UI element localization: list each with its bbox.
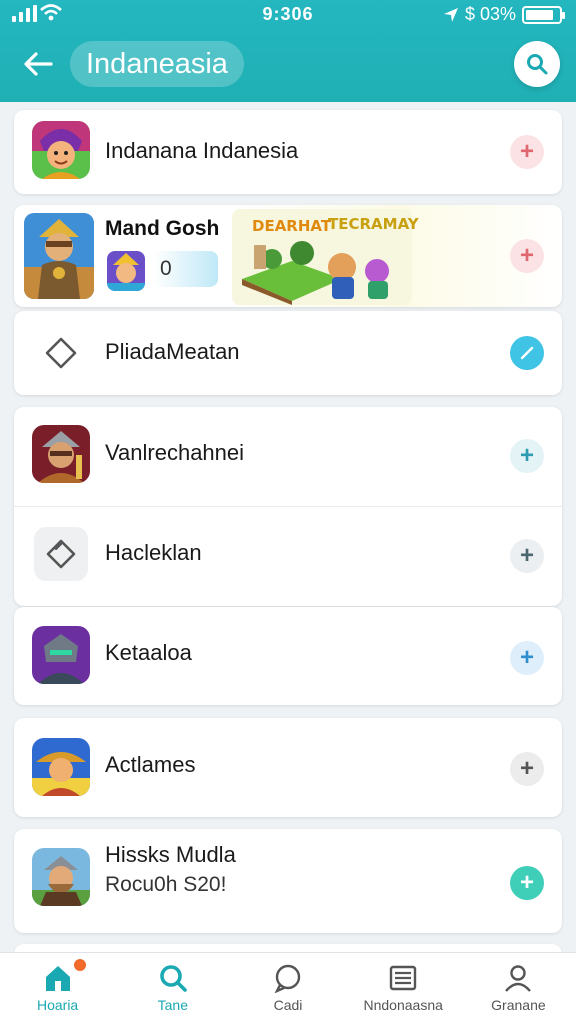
featured-banner-text-1: DEARHAT	[252, 217, 332, 235]
add-button[interactable]: +	[510, 239, 544, 273]
featured-banner[interactable]: Mand Gosh 0 DEARHAT TECRAMAY +	[14, 205, 562, 307]
battery-icon	[522, 5, 565, 24]
featured-title: Mand Gosh	[105, 217, 220, 240]
list-card: PliadaMeatan	[14, 311, 562, 395]
nav-item-home[interactable]: Hoaria	[0, 953, 115, 1024]
chat-icon	[274, 964, 301, 993]
list-item[interactable]: Hissks Mudla Rocu0h S20! +	[14, 829, 562, 933]
location-icon	[443, 7, 458, 22]
featured-mini-icon	[107, 251, 145, 291]
nav-label: Nndonaasna	[363, 997, 443, 1013]
add-button[interactable]: +	[510, 752, 544, 786]
home-icon	[45, 966, 70, 991]
add-button[interactable]: +	[510, 439, 544, 473]
nav-item-search[interactable]: Tane	[115, 953, 230, 1024]
nav-label: Cadi	[273, 997, 303, 1013]
list-item[interactable]: Ketaaloa +	[14, 607, 562, 705]
profile-icon	[505, 965, 532, 992]
list-card: Vanlrechahnei + Hacleklan +	[14, 407, 562, 606]
warrior-game-icon	[32, 425, 90, 483]
list-card: Indanana Indanesia +	[14, 110, 562, 194]
search-button[interactable]	[514, 41, 560, 87]
list-item-label: Indanana Indanesia	[105, 138, 299, 163]
status-bar: 9:306 $ 03%	[0, 0, 576, 30]
add-button[interactable]: +	[510, 641, 544, 675]
list-card: Hissks Mudla Rocu0h S20! +	[14, 829, 562, 933]
list-item[interactable]: Hacleklan +	[14, 506, 562, 606]
dwarf-game-icon	[32, 848, 90, 906]
diamond-outline-icon	[36, 328, 86, 378]
add-button[interactable]: +	[510, 866, 544, 900]
list-item[interactable]: Actlames +	[14, 718, 562, 817]
nav-item-chat[interactable]: Cadi	[230, 953, 345, 1024]
list-item-label: Hacleklan	[105, 540, 202, 565]
list-item-label: Ketaaloa	[105, 640, 192, 665]
knight-game-icon	[32, 626, 90, 684]
nav-label: Granane	[491, 997, 546, 1013]
list-item-label: Actlames	[105, 752, 196, 777]
hero-game-icon	[32, 121, 90, 179]
featured-game-icon	[24, 213, 94, 299]
list-item[interactable]: Indanana Indanesia +	[14, 110, 562, 194]
featured-artwork: DEARHAT TECRAMAY	[232, 209, 419, 305]
list-card: Actlames +	[14, 718, 562, 817]
nav-label: Hoaria	[36, 997, 79, 1013]
edit-button[interactable]	[510, 336, 544, 370]
page-title: Indaneasia	[70, 41, 244, 87]
list-item-subtitle: Rocu0h S20!	[105, 873, 227, 896]
list-item-label: Hissks Mudla	[105, 842, 236, 867]
app-header: 9:306 $ 03% Indaneasia	[0, 0, 576, 102]
search-icon	[527, 54, 548, 75]
list-card: Ketaaloa +	[14, 607, 562, 705]
cowboy-game-icon	[32, 738, 90, 796]
tag-outline-icon	[34, 527, 88, 581]
list-icon	[390, 965, 417, 991]
list-item-label: PliadaMeatan	[105, 339, 240, 364]
nav-label: Tane	[157, 997, 188, 1013]
search-icon	[159, 965, 187, 992]
notification-badge	[72, 957, 88, 973]
featured-banner-text-2: TECRAMAY	[328, 215, 419, 233]
status-right-text: $ 03%	[464, 4, 516, 24]
nav-item-profile[interactable]: Granane	[461, 953, 576, 1024]
list-item-label: Vanlrechahnei	[105, 440, 245, 465]
pencil-icon	[520, 346, 534, 360]
featured-value: 0	[154, 251, 218, 287]
arrow-left-icon	[24, 52, 53, 76]
list-item[interactable]: Vanlrechahnei +	[14, 407, 562, 506]
add-button[interactable]: +	[510, 135, 544, 169]
back-button[interactable]	[18, 44, 58, 84]
nav-item-list[interactable]: Nndonaasna	[346, 953, 461, 1024]
list-item[interactable]: PliadaMeatan	[14, 311, 562, 395]
add-button[interactable]: +	[510, 539, 544, 573]
bottom-nav: Hoaria Tane Cadi Nndonaasna Granane	[0, 952, 576, 1024]
